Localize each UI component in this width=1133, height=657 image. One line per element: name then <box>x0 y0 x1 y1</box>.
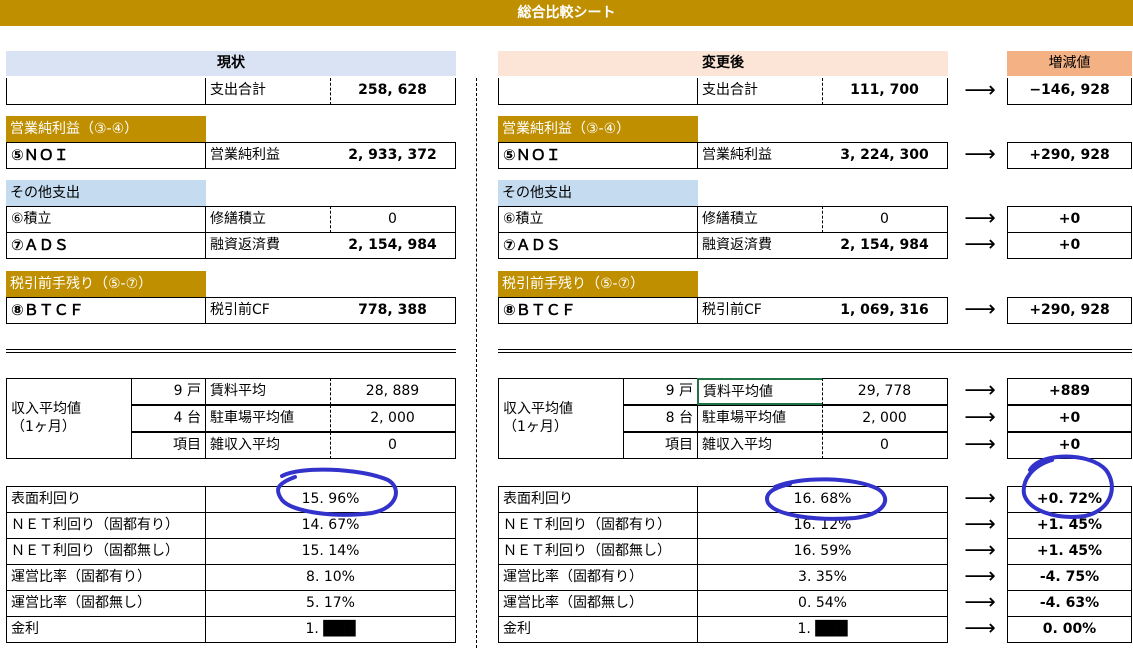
annotation-circle-diff <box>1021 454 1114 519</box>
annotation-circle-current <box>276 467 398 517</box>
annotation-layer <box>276 454 1114 521</box>
annotation-circle-after <box>765 477 888 521</box>
